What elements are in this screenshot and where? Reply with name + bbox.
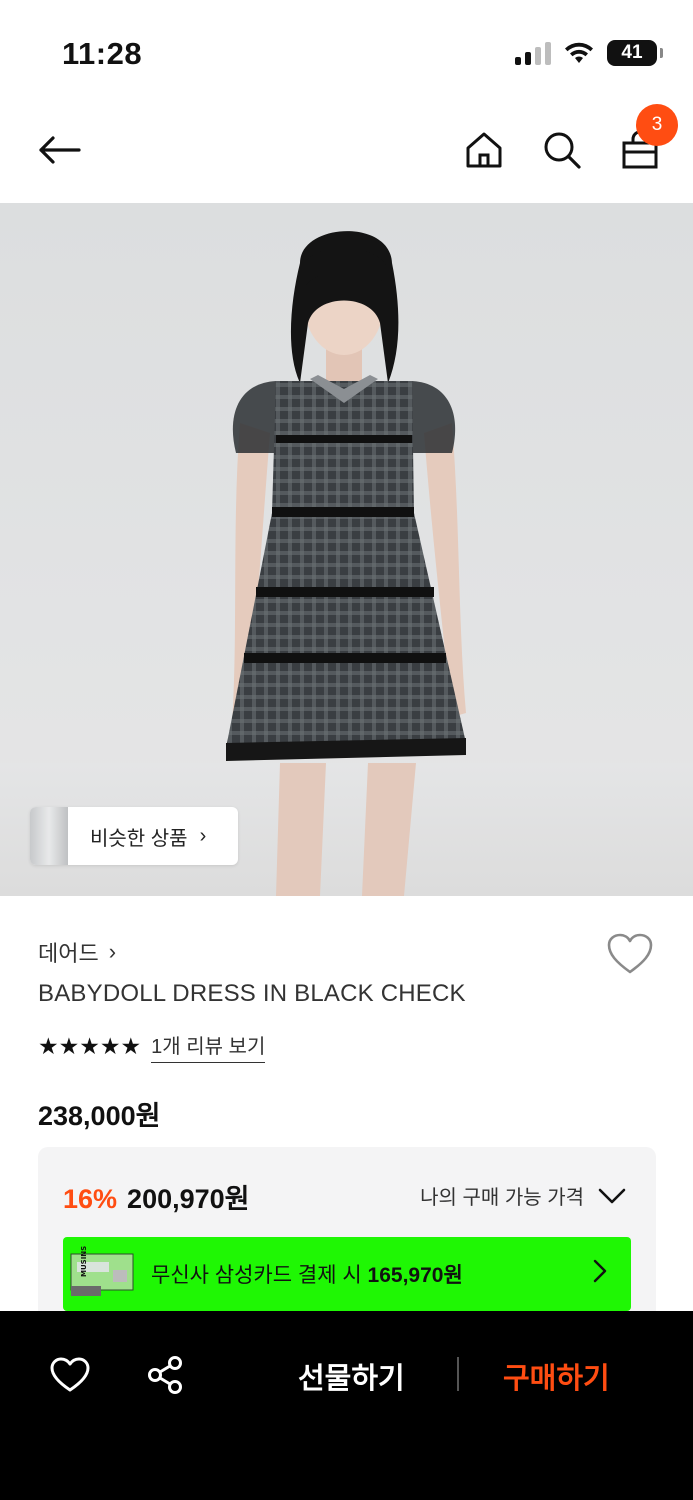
similar-products-button[interactable]: 비슷한 상품 › (30, 807, 238, 865)
heart-icon (607, 933, 653, 974)
original-price: 238,000원 (38, 1101, 161, 1131)
share-button[interactable] (143, 1353, 187, 1397)
back-arrow-icon[interactable] (35, 126, 83, 174)
card-thumbnail: MUSINSA (63, 1240, 137, 1302)
card-promo-text: 무신사 삼성카드 결제 시 165,970원 (151, 1259, 463, 1289)
similar-products-label: 비슷한 상품 (90, 827, 188, 850)
wifi-icon (565, 42, 593, 63)
chevron-right-icon: › (199, 824, 207, 847)
card-promo-banner[interactable]: MUSINSA 무신사 삼성카드 결제 시 165,970원 (63, 1237, 631, 1311)
discount-price: 200,970원 (127, 1184, 250, 1214)
musinsa-card-image: MUSINSA (65, 1240, 135, 1300)
review-link[interactable]: 1개 리뷰 보기 (151, 1030, 266, 1063)
model-illustration (0, 231, 693, 896)
status-bar: 11:28 41 (0, 0, 693, 100)
home-icon[interactable] (460, 126, 508, 174)
brand-link[interactable]: 데어드 › (38, 936, 116, 968)
my-price-toggle[interactable]: 나의 구매 가능 가격 (420, 1181, 626, 1210)
card-thumb-text: MUSINSA (80, 1246, 88, 1277)
discount-row: 16% 200,970원 (63, 1177, 250, 1216)
bottom-wishlist-button[interactable] (48, 1353, 92, 1397)
my-price-label: 나의 구매 가능 가격 (420, 1187, 584, 1209)
card-promo-label: 무신사 삼성카드 결제 시 (151, 1264, 362, 1287)
rating-stars: ★★★★★ (38, 1033, 142, 1059)
card-promo-price: 165,970원 (367, 1264, 463, 1287)
search-icon[interactable] (538, 126, 586, 174)
buy-button[interactable]: 구매하기 (503, 1355, 610, 1397)
rating-row: ★★★★★ 1개 리뷰 보기 (38, 1030, 266, 1063)
gift-button[interactable]: 선물하기 (298, 1355, 405, 1397)
app-header (0, 100, 693, 203)
product-title: BABYDOLL DRESS IN BLACK CHECK (38, 980, 466, 1007)
discount-percent: 16% (63, 1184, 118, 1214)
heart-icon (50, 1357, 90, 1392)
chevron-right-icon (593, 1259, 607, 1290)
product-image[interactable]: 비슷한 상품 › (0, 203, 693, 896)
wishlist-button[interactable] (606, 932, 654, 976)
share-icon (148, 1356, 182, 1394)
similar-products-thumbnail (30, 807, 68, 865)
cart-badge: 3 (636, 104, 678, 146)
status-icons: 41 (515, 40, 663, 66)
chevron-right-icon: › (108, 939, 117, 964)
status-time: 11:28 (62, 36, 143, 71)
chevron-down-icon (598, 1188, 626, 1203)
cellular-signal-icon (515, 41, 551, 65)
battery-icon: 41 (607, 40, 663, 66)
brand-name: 데어드 (38, 941, 99, 966)
bottom-action-bar: 선물하기 구매하기 (0, 1311, 693, 1500)
bottom-bar-divider (457, 1357, 459, 1391)
battery-level: 41 (621, 42, 643, 63)
